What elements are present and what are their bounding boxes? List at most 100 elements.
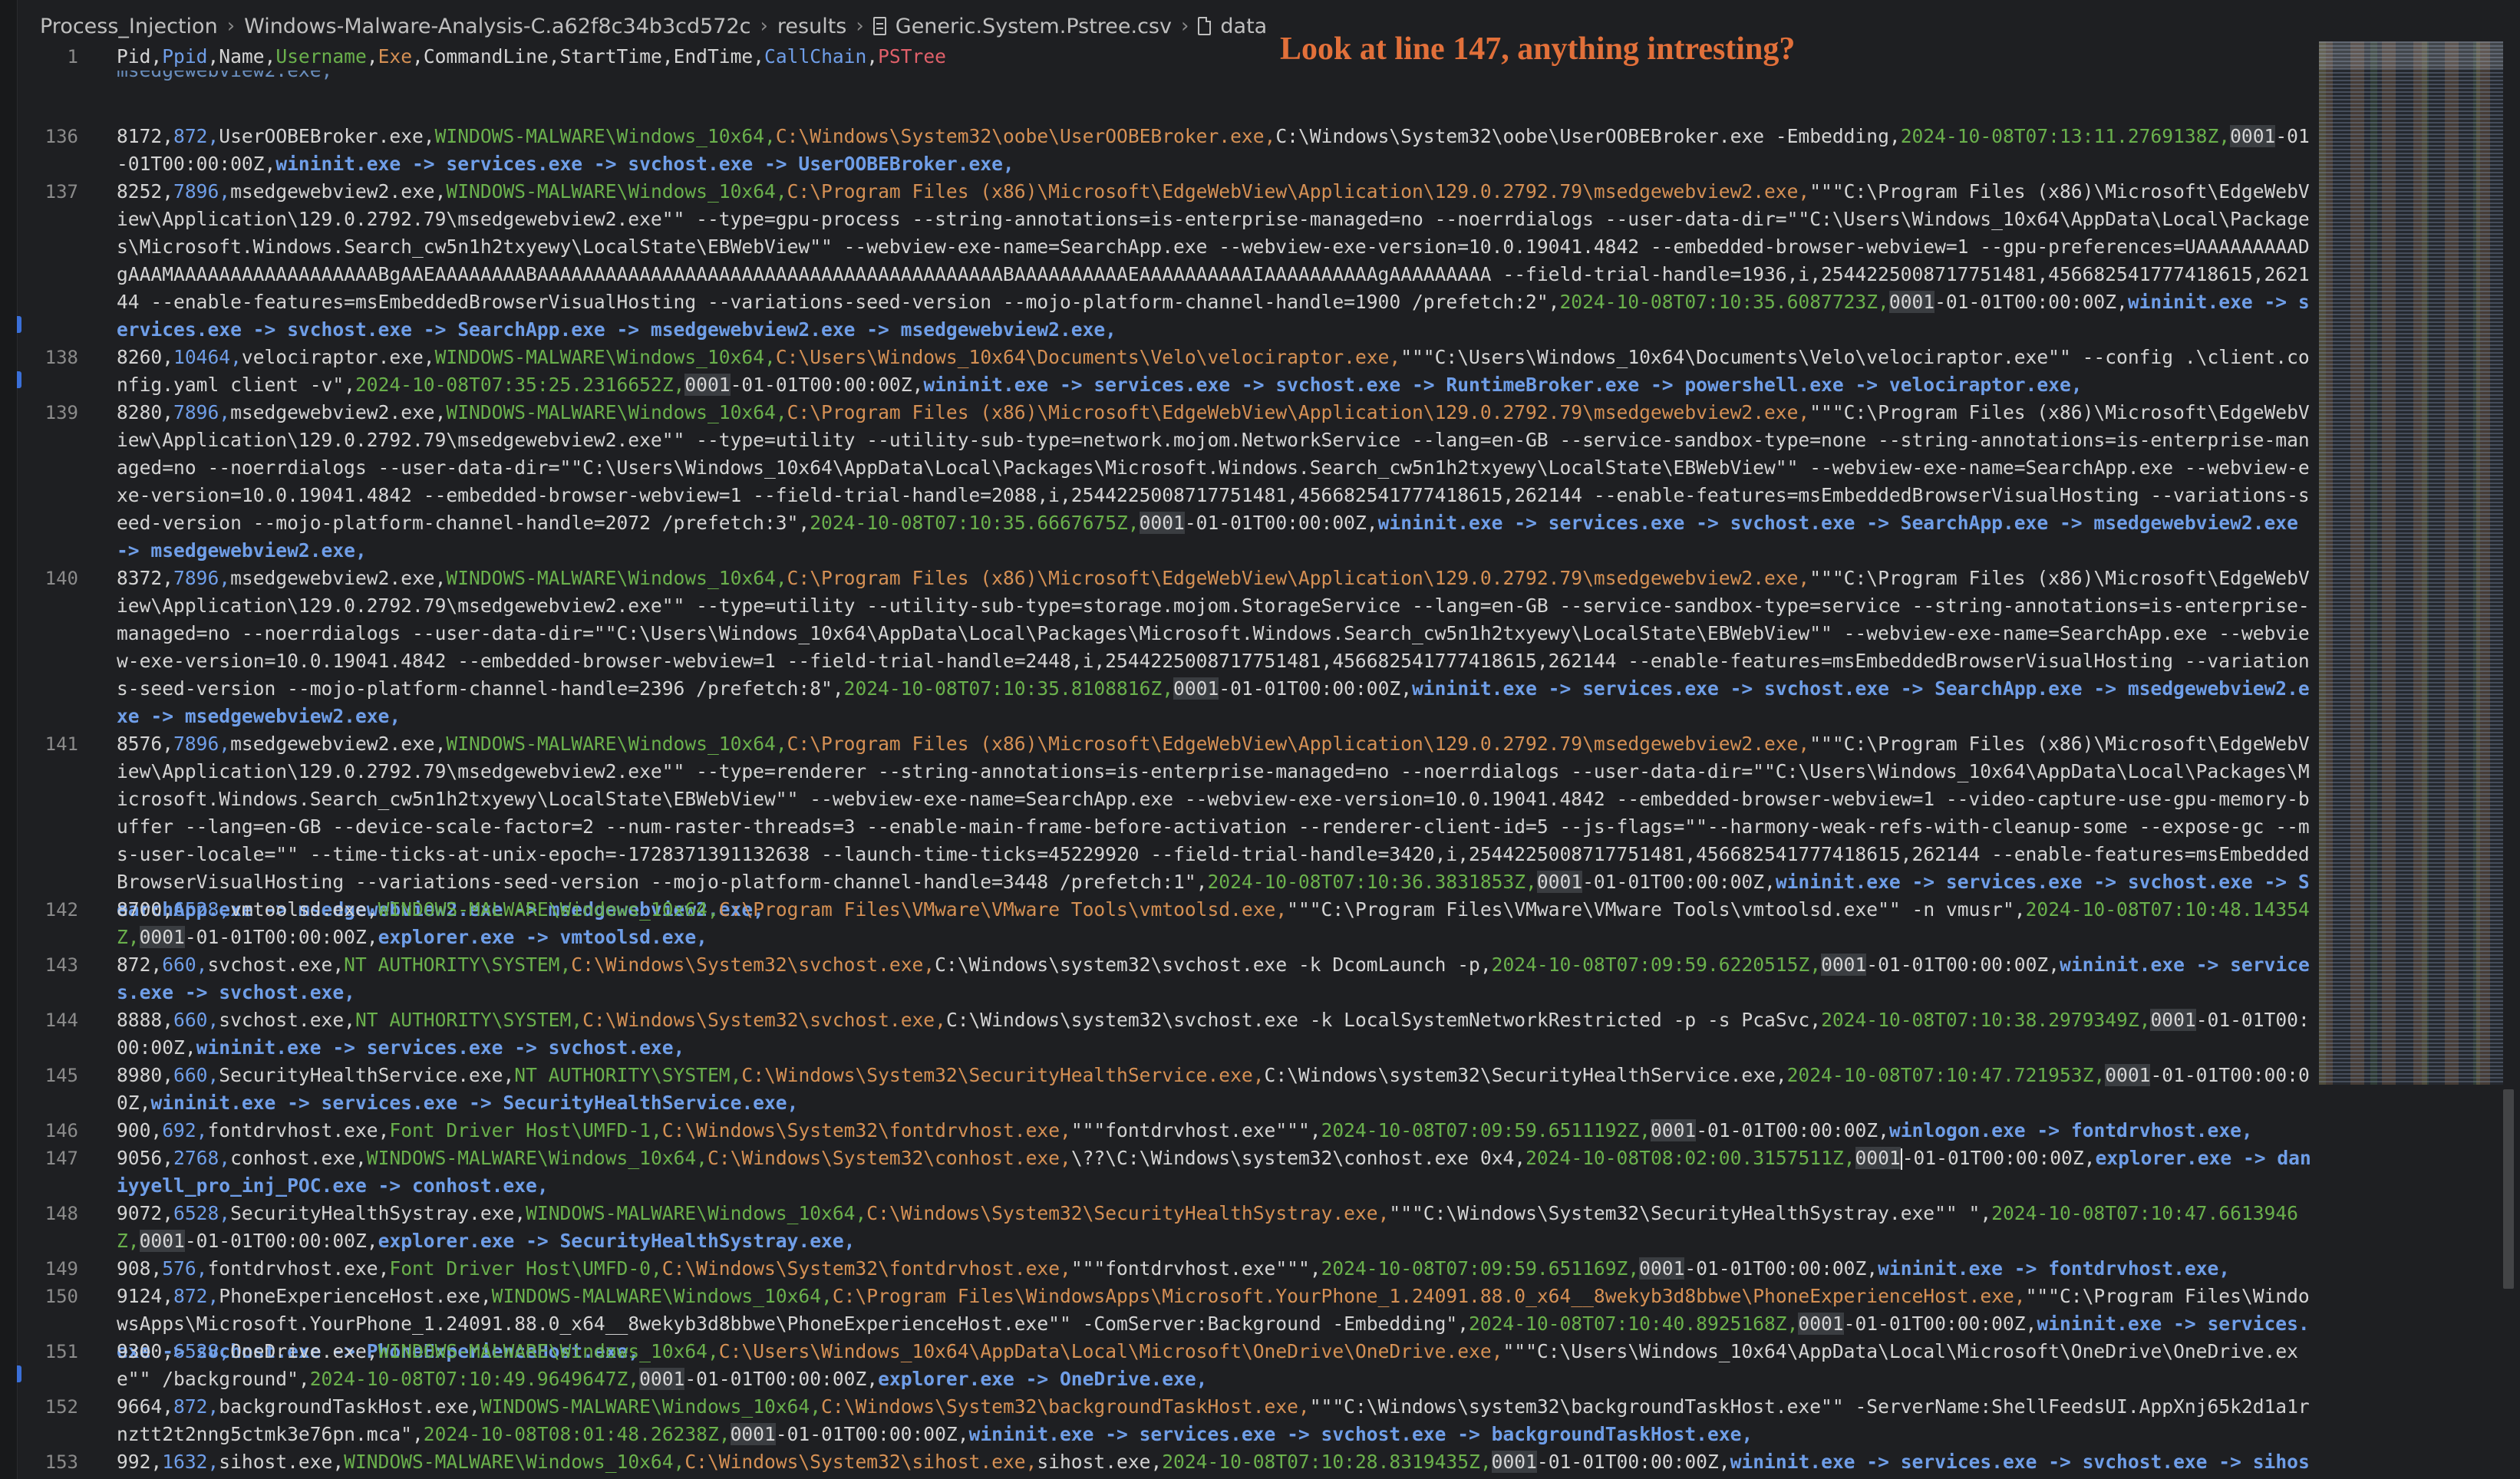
cell-endtime: -01-01T00:00:00Z, [1219, 677, 1412, 700]
cell-username: WINDOWS-MALWARE\Windows_10x64, [378, 1340, 719, 1362]
cell-ppid: 576, [162, 1257, 208, 1280]
cell-endtime-year: 0001 [1491, 1451, 1537, 1473]
cell-commandline: """fontdrvhost.exe""", [1070, 1257, 1321, 1280]
cell-username: WINDOWS-MALWARE\Windows_10x64, [446, 733, 787, 755]
cell-ppid: 872, [173, 125, 219, 147]
cell-pid: 8980, [117, 1064, 174, 1086]
cell-endtime: -01-01T00:00:00Z, [1684, 1257, 1878, 1280]
cell-pid: 8700, [117, 898, 174, 921]
cell-exe: C:\Program Files\WindowsApps\Microsoft.Y… [832, 1285, 2026, 1307]
cell-endtime: -01-01T00:00:00Z, [1536, 1451, 1730, 1473]
cell-exe: C:\Windows\System32\svchost.exe, [571, 954, 935, 976]
cell-commandline: C:\Windows\system32\svchost.exe -k Local… [945, 1009, 1822, 1031]
line-number: 139 [45, 402, 78, 423]
csv-row-text: 908,576,fontdrvhost.exe,Font Driver Host… [117, 1255, 2311, 1283]
cell-starttime: 2024-10-08T07:35:25.2316652Z, [355, 374, 685, 396]
line-number: 141 [45, 733, 78, 755]
cell-starttime: 2024-10-08T07:10:38.2979349Z, [1821, 1009, 2151, 1031]
minimap-viewport[interactable] [2319, 41, 2503, 69]
cell-ppid: 6528, [173, 1202, 231, 1224]
cell-username: WINDOWS-MALWARE\Windows_10x64, [434, 346, 776, 368]
cell-exe: C:\Windows\System32\SecurityHealthSystra… [866, 1202, 1390, 1224]
cell-name: velociraptor.exe, [241, 346, 435, 368]
chevron-right-icon: › [1180, 15, 1189, 38]
cell-ppid: 6528, [173, 898, 231, 921]
breadcrumb-item-results[interactable]: results [777, 15, 846, 38]
cell-username: WINDOWS-MALWARE\Windows_10x64, [378, 898, 719, 921]
csv-row-text: 8372,7896,msedgewebview2.exe,WINDOWS-MAL… [117, 565, 2311, 730]
cell-exe: C:\Windows\System32\fontdrvhost.exe, [661, 1257, 1071, 1280]
cell-exe: C:\Windows\System32\conhost.exe, [707, 1147, 1071, 1169]
cell-callchain: wininit.exe -> services.exe -> SecurityH… [150, 1092, 799, 1114]
cell-ppid: 7896, [173, 733, 231, 755]
cell-endtime: -01-01T00:00:00Z, [1866, 954, 2060, 976]
line-number: 136 [45, 126, 78, 147]
cell-ppid: 7896, [173, 401, 231, 423]
cell-exe: C:\Windows\System32\fontdrvhost.exe, [661, 1119, 1071, 1141]
scrolled-line-fragment: msedgewebview2.exe, [17, 71, 2317, 84]
cell-endtime-year: 0001 [139, 1230, 185, 1252]
cell-starttime: 2024-10-08T07:09:59.6220515Z, [1491, 954, 1822, 976]
cell-ppid: 660, [173, 1064, 219, 1086]
minimap[interactable] [2319, 41, 2503, 1085]
chevron-right-icon: › [226, 15, 236, 38]
scrollbar-thumb[interactable] [2503, 1089, 2514, 1289]
cell-username: WINDOWS-MALWARE\Windows_10x64, [526, 1202, 867, 1224]
breadcrumb-item-data[interactable]: data [1220, 15, 1267, 38]
cell-starttime: 2024-10-08T07:10:40.8925168Z, [1469, 1313, 1799, 1335]
line-number: 148 [45, 1203, 78, 1224]
breadcrumb: Process_Injection › Windows-Malware-Anal… [40, 11, 1267, 41]
csv-row-text: 8252,7896,msedgewebview2.exe,WINDOWS-MAL… [117, 178, 2311, 344]
cell-endtime-year: 0001 [1536, 871, 1583, 893]
editor-window: Process_Injection › Windows-Malware-Anal… [0, 0, 2520, 1479]
cell-name: SecurityHealthSystray.exe, [230, 1202, 526, 1224]
csv-row-text: 8576,7896,msedgewebview2.exe,WINDOWS-MAL… [117, 730, 2311, 924]
breadcrumb-item-folder[interactable]: Process_Injection [40, 15, 218, 38]
line-number: 146 [45, 1120, 78, 1141]
cell-ppid: 660, [162, 954, 208, 976]
cell-username: WINDOWS-MALWARE\Windows_10x64, [434, 125, 776, 147]
cell-ppid: 2768, [173, 1147, 231, 1169]
csv-row-text: 8888,660,svchost.exe,NT AUTHORITY\SYSTEM… [117, 1006, 2311, 1062]
cell-commandline: """C:\Program Files\VMware\VMware Tools\… [1287, 898, 2026, 921]
cell-callchain: wininit.exe -> services.exe -> svchost.e… [196, 1036, 685, 1059]
csv-row-text: 9300,6528,OneDrive.exe,WINDOWS-MALWARE\W… [117, 1338, 2311, 1393]
cell-starttime: 2024-10-08T08:02:00.3157511Z, [1526, 1147, 1855, 1169]
cell-exe: C:\Users\Windows_10x64\Documents\Velo\ve… [775, 346, 1401, 368]
cell-endtime: -01-01T00:00:00Z, [775, 1423, 969, 1445]
cell-name: conhost.exe, [230, 1147, 367, 1169]
gutter-change-marker [17, 1365, 21, 1382]
cell-pid: 9072, [117, 1202, 174, 1224]
cell-endtime-year: 0001 [1821, 954, 1867, 976]
line-number: 153 [45, 1451, 78, 1473]
cell-endtime: -01-01T00:00:00Z, [730, 374, 924, 396]
cell-name: fontdrvhost.exe, [207, 1257, 390, 1280]
line-number: 1 [67, 46, 78, 68]
cell-pid: 9664, [117, 1395, 174, 1418]
cell-endtime-year: 0001 [1650, 1119, 1697, 1141]
cell-username: Font Driver Host\UMFD-0, [389, 1257, 662, 1280]
cell-pid: 8372, [117, 567, 174, 589]
cell-endtime: -01-01T00:00:00Z, [184, 1230, 378, 1252]
breadcrumb-item-file[interactable]: Generic.System.Pstree.csv [896, 15, 1172, 38]
cell-commandline: sihost.exe, [1037, 1451, 1163, 1473]
cell-pid: 992, [117, 1451, 163, 1473]
cell-endtime-year: 0001 [730, 1423, 776, 1445]
code-editor[interactable]: 1 Pid,Ppid,Name,Username,Exe,CommandLine… [17, 40, 2317, 1479]
cell-callchain: wininit.exe -> services.exe -> svchost.e… [968, 1423, 1753, 1445]
cell-username: NT AUTHORITY\SYSTEM, [514, 1064, 742, 1086]
line-number: 140 [45, 568, 78, 589]
cell-exe: C:\Program Files (x86)\Microsoft\EdgeWeb… [787, 180, 1810, 203]
cell-endtime-year: 0001 [639, 1368, 685, 1390]
activity-bar [0, 0, 18, 1479]
cell-starttime: 2024-10-08T08:01:48.26238Z, [423, 1423, 731, 1445]
cell-endtime-year: 0001 [2150, 1009, 2196, 1031]
cell-callchain: wininit.exe -> services.exe -> svchost.e… [275, 153, 1014, 175]
line-number: 147 [45, 1148, 78, 1169]
cell-pid: 9300, [117, 1340, 174, 1362]
cell-callchain: winlogon.exe -> fontdrvhost.exe, [1888, 1119, 2253, 1141]
csv-row-text: 8260,10464,velociraptor.exe,WINDOWS-MALW… [117, 344, 2311, 399]
header-separator: , [866, 45, 879, 68]
cell-ppid: 6528, [173, 1340, 231, 1362]
breadcrumb-item-flow[interactable]: Windows-Malware-Analysis-C.a62f8c34b3cd5… [244, 15, 750, 38]
